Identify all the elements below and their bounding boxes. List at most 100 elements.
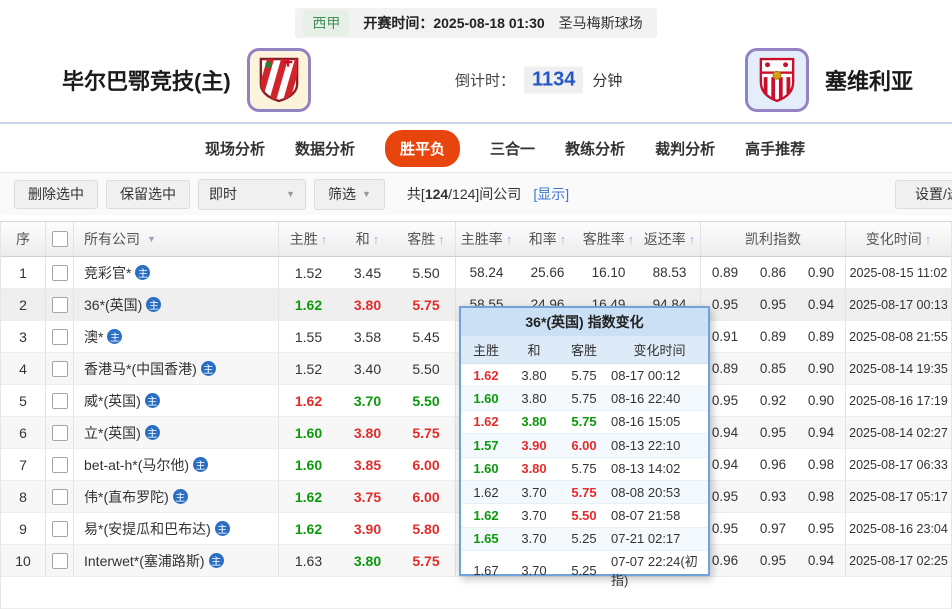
odds-away[interactable]: 5.80 bbox=[397, 513, 456, 544]
odds-away[interactable]: 6.00 bbox=[397, 449, 456, 480]
change-time: 2025-08-14 19:35 bbox=[849, 361, 948, 376]
tab-three-in-one[interactable]: 三合一 bbox=[490, 138, 535, 159]
kelly-3: 0.98 bbox=[797, 449, 846, 480]
odds-away[interactable]: 5.50 bbox=[397, 257, 456, 288]
row-checkbox[interactable] bbox=[51, 392, 68, 409]
row-checkbox[interactable] bbox=[51, 488, 68, 505]
company-name[interactable]: bet-at-h*(马尔他) bbox=[84, 455, 189, 475]
odds-draw[interactable]: 3.58 bbox=[338, 321, 397, 352]
company-name[interactable]: 36*(英国) bbox=[84, 295, 142, 315]
odds-draw[interactable]: 3.45 bbox=[338, 257, 397, 288]
odds-home[interactable]: 1.60 bbox=[279, 449, 338, 480]
settings-button[interactable]: 设置/选择 bbox=[895, 179, 952, 209]
odds-draw[interactable]: 3.80 bbox=[338, 545, 397, 576]
row-checkbox[interactable] bbox=[51, 424, 68, 441]
col-change-time[interactable]: 变化时间 ↑ bbox=[846, 222, 951, 256]
kelly-3: 0.94 bbox=[797, 417, 846, 448]
odds-draw[interactable]: 3.70 bbox=[338, 385, 397, 416]
filter-caret-icon: ▼ bbox=[147, 234, 156, 244]
col-draw-rate[interactable]: 和率 ↑ bbox=[517, 222, 578, 256]
popup-col-home: 主胜 bbox=[472, 343, 499, 358]
kelly-2: 0.86 bbox=[759, 265, 787, 280]
row-checkbox[interactable] bbox=[51, 456, 68, 473]
company-name[interactable]: Interwet*(塞浦路斯) bbox=[84, 551, 205, 571]
tab-expert-picks[interactable]: 高手推荐 bbox=[745, 138, 805, 159]
kelly-3: 0.95 bbox=[797, 513, 846, 544]
company-name[interactable]: 伟*(直布罗陀) bbox=[84, 487, 169, 507]
checkbox-cell bbox=[46, 289, 74, 320]
odds-draw[interactable]: 3.90 bbox=[338, 513, 397, 544]
col-payout-rate[interactable]: 返还率 ↑ bbox=[639, 222, 701, 256]
odds-draw[interactable]: 3.75 bbox=[338, 481, 397, 512]
change-time: 2025-08-17 00:13 bbox=[849, 297, 948, 312]
row-checkbox[interactable] bbox=[51, 360, 68, 377]
odds-away[interactable]: 5.75 bbox=[397, 289, 456, 320]
show-link[interactable]: [显示] bbox=[533, 184, 569, 204]
tab-coach-analysis[interactable]: 教练分析 bbox=[565, 138, 625, 159]
col-draw[interactable]: 和 ↑ bbox=[338, 222, 397, 256]
company-name[interactable]: 香港马*(中国香港) bbox=[84, 359, 197, 379]
company-count: 共[124/124]间公司 bbox=[406, 186, 522, 202]
odds-away[interactable]: 5.50 bbox=[397, 385, 456, 416]
keep-selected-button[interactable]: 保留选中 bbox=[106, 179, 190, 209]
odds-draw[interactable]: 3.40 bbox=[338, 353, 397, 384]
filter-dropdown[interactable]: 筛选 ▼ bbox=[314, 178, 385, 210]
odds-home[interactable]: 1.52 bbox=[279, 353, 338, 384]
popup-header: 主胜 和 客胜 变化时间 bbox=[461, 336, 708, 364]
tab-data-analysis[interactable]: 数据分析 bbox=[295, 138, 355, 159]
home-badge-icon: 主 bbox=[172, 489, 188, 504]
row-checkbox[interactable] bbox=[51, 552, 68, 569]
col-away-win-rate[interactable]: 客胜率 ↑ bbox=[578, 222, 639, 256]
tab-win-draw-lose[interactable]: 胜平负 bbox=[385, 129, 461, 167]
company-cell: 易*(安提瓜和巴布达) 主 bbox=[74, 513, 279, 544]
odds-home[interactable]: 1.63 bbox=[279, 545, 338, 576]
odds-home[interactable]: 1.62 bbox=[279, 385, 338, 416]
company-name[interactable]: 立*(英国) bbox=[84, 423, 141, 443]
odds-home[interactable]: 1.62 bbox=[279, 289, 338, 320]
filter-dropdown-label: 筛选 bbox=[328, 186, 356, 202]
col-home-win[interactable]: 主胜 ↑ bbox=[279, 222, 338, 256]
odds-draw[interactable]: 3.80 bbox=[338, 417, 397, 448]
col-kelly-index[interactable]: 凯利指数 bbox=[701, 222, 846, 256]
odds-away[interactable]: 5.75 bbox=[397, 417, 456, 448]
company-cell: 威*(英国) 主 bbox=[74, 385, 279, 416]
odds-home[interactable]: 1.60 bbox=[279, 417, 338, 448]
odds-home[interactable]: 1.52 bbox=[279, 257, 338, 288]
popup-col-away: 客胜 bbox=[570, 343, 597, 358]
change-time: 2025-08-15 11:02 bbox=[849, 265, 948, 280]
company-name[interactable]: 竞彩官* bbox=[84, 263, 131, 283]
odds-home[interactable]: 1.62 bbox=[279, 513, 338, 544]
popup-odds-away: 5.75 bbox=[571, 367, 597, 383]
odds-home[interactable]: 1.62 bbox=[279, 481, 338, 512]
delete-selected-button[interactable]: 删除选中 bbox=[14, 179, 98, 209]
odds-draw[interactable]: 3.80 bbox=[338, 289, 397, 320]
col-company[interactable]: 所有公司 ▼ bbox=[74, 222, 279, 256]
odds-home[interactable]: 1.55 bbox=[279, 321, 338, 352]
tab-referee-analysis[interactable]: 裁判分析 bbox=[655, 138, 715, 159]
company-name[interactable]: 易*(安提瓜和巴布达) bbox=[84, 519, 211, 539]
athletic-crest-icon bbox=[259, 57, 298, 103]
company-name[interactable]: 澳* bbox=[84, 327, 103, 347]
odds-draw[interactable]: 3.85 bbox=[338, 449, 397, 480]
row-number: 3 bbox=[1, 321, 46, 352]
tab-live-analysis[interactable]: 现场分析 bbox=[205, 138, 265, 159]
row-checkbox[interactable] bbox=[51, 264, 68, 281]
select-all-checkbox[interactable] bbox=[51, 231, 68, 247]
odds-away[interactable]: 5.50 bbox=[397, 353, 456, 384]
popup-odds-draw: 3.80 bbox=[521, 391, 547, 407]
odds-away[interactable]: 6.00 bbox=[397, 481, 456, 512]
company-name[interactable]: 威*(英国) bbox=[84, 391, 141, 411]
popup-row: 1.67 3.70 5.25 07-07 22:24(初指) bbox=[461, 550, 708, 588]
kelly-2: 0.85 bbox=[759, 361, 787, 376]
row-checkbox[interactable] bbox=[51, 520, 68, 537]
company-cell: 立*(英国) 主 bbox=[74, 417, 279, 448]
col-home-win-rate[interactable]: 主胜率 ↑ bbox=[456, 222, 517, 256]
row-checkbox[interactable] bbox=[51, 296, 68, 313]
row-checkbox[interactable] bbox=[51, 328, 68, 345]
away-team-logo bbox=[745, 48, 809, 112]
col-away-win[interactable]: 客胜 ↑ bbox=[397, 222, 456, 256]
popup-row: 1.62 3.80 5.75 08-17 00:12 bbox=[461, 364, 708, 386]
instant-dropdown[interactable]: 即时 ▼ bbox=[198, 178, 306, 210]
odds-away[interactable]: 5.45 bbox=[397, 321, 456, 352]
odds-away[interactable]: 5.75 bbox=[397, 545, 456, 576]
